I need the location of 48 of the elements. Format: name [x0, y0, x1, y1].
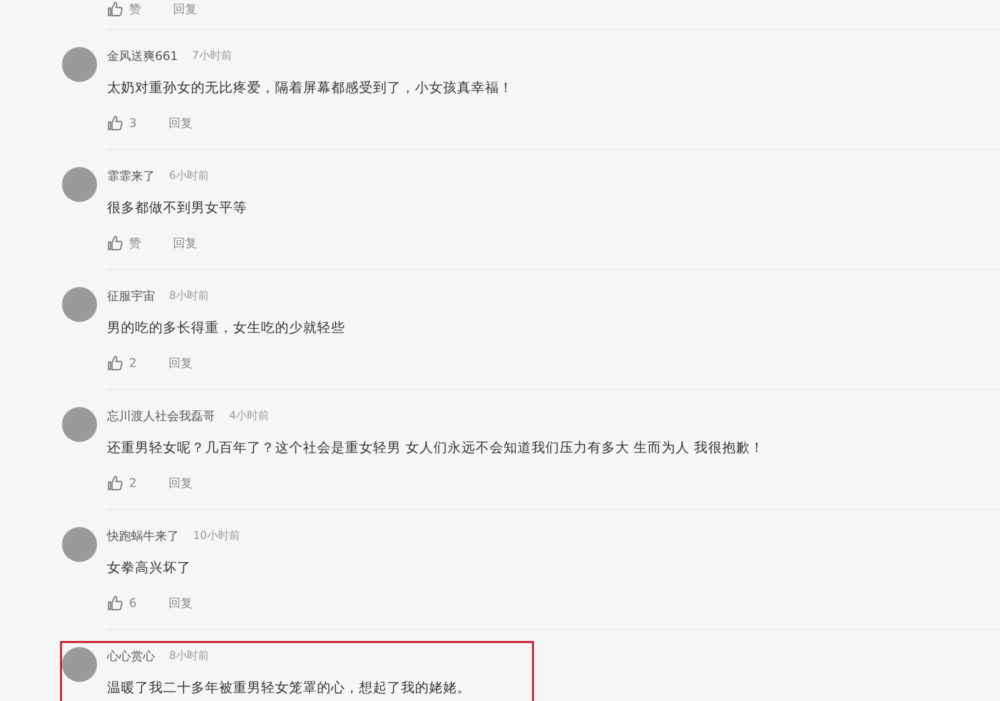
like-button[interactable]: 6: [107, 594, 137, 612]
like-count: 赞: [129, 235, 141, 252]
like-button[interactable]: 3: [107, 114, 137, 132]
comment-text: 男的吃的多长得重，女生吃的少就轻些: [107, 319, 346, 337]
avatar: [62, 47, 97, 82]
comment-text: 太奶对重孙女的无比疼爱，隔着屏幕都感受到了，小女孩真幸福！: [107, 79, 514, 97]
thumbs-up-icon: [107, 235, 123, 251]
thumbs-up-icon: [107, 355, 123, 371]
comment-text: 很多都做不到男女平等: [107, 199, 248, 217]
like-button[interactable]: 2: [107, 354, 137, 372]
timestamp: 10小时前: [193, 528, 240, 544]
comment-text: 女拳高兴坏了: [107, 559, 192, 577]
avatar: [62, 407, 97, 442]
like-count: 6: [129, 595, 137, 612]
reply-link[interactable]: 回复: [168, 354, 193, 372]
like-count: 2: [129, 355, 137, 372]
avatar: [62, 287, 97, 322]
timestamp: 4小时前: [229, 408, 269, 424]
username[interactable]: 快跑蜗牛来了: [107, 527, 179, 545]
timestamp: 6小时前: [169, 168, 209, 184]
reply-link[interactable]: 回复: [173, 234, 197, 252]
username[interactable]: 金风送爽661: [107, 47, 178, 65]
comment-text: 温暖了我二十多年被重男轻女笼罩的心，想起了我的姥姥。: [107, 679, 472, 697]
like-button[interactable]: 赞: [107, 0, 141, 18]
like-count: 赞: [129, 1, 141, 18]
username[interactable]: 霏霏来了: [107, 167, 155, 185]
avatar: [62, 167, 97, 202]
avatar: [62, 527, 97, 562]
reply-link[interactable]: 回复: [168, 474, 193, 492]
reply-link[interactable]: 回复: [168, 594, 193, 612]
reply-link[interactable]: 回复: [168, 114, 193, 132]
timestamp: 8小时前: [169, 288, 209, 304]
timestamp: 8小时前: [169, 648, 209, 664]
username[interactable]: 忘川渡人社会我磊哥: [107, 407, 215, 425]
username[interactable]: 征服宇宙: [107, 287, 155, 305]
like-count: 3: [129, 115, 137, 132]
like-count: 2: [129, 475, 137, 492]
thumbs-up-icon: [107, 115, 123, 131]
thumbs-up-icon: [107, 1, 123, 17]
like-button[interactable]: 赞: [107, 234, 141, 252]
timestamp: 7小时前: [192, 48, 232, 64]
thumbs-up-icon: [107, 475, 123, 491]
reply-link[interactable]: 回复: [173, 0, 197, 18]
username[interactable]: 心心赏心: [107, 647, 155, 665]
thumbs-up-icon: [107, 595, 123, 611]
avatar: [62, 647, 97, 682]
comment-text: 还重男轻女呢？几百年了？这个社会是重女轻男 女人们永远不会知道我们压力有多大 生而为人 我很抱歉！: [107, 439, 765, 457]
like-button[interactable]: 2: [107, 474, 137, 492]
